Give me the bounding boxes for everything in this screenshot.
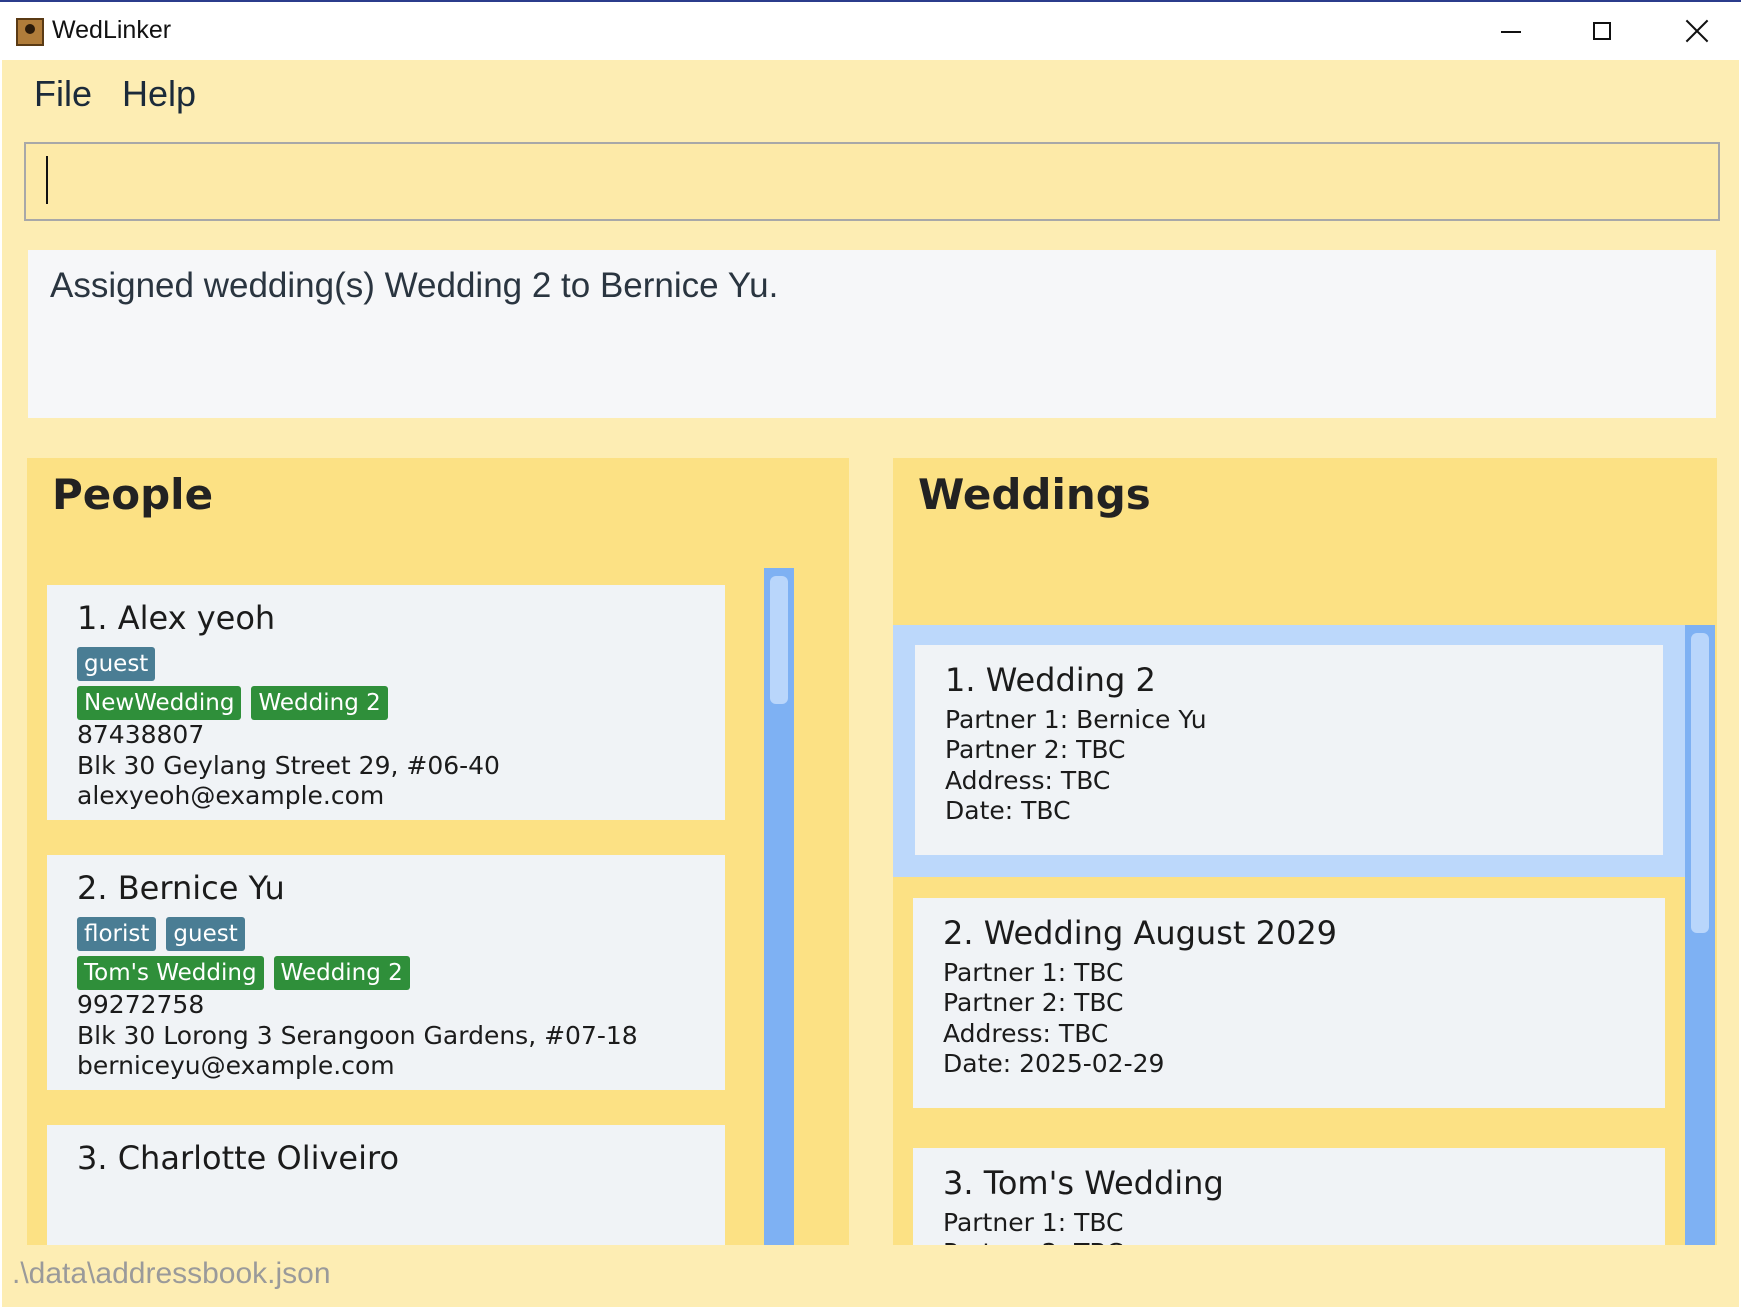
wedding-tag: Tom's Wedding — [77, 956, 264, 990]
weddings-panel: Weddings 1. Wedding 2 Partner 1: Bernice… — [893, 458, 1717, 1280]
menu-bar: File Help — [2, 60, 1739, 130]
result-message: Assigned wedding(s) Wedding 2 to Bernice… — [50, 266, 779, 305]
wedding-name: 3. Tom's Wedding — [943, 1164, 1224, 1202]
person-name: 2. Bernice Yu — [77, 869, 285, 907]
menu-help[interactable]: Help — [122, 73, 196, 115]
people-scrollbar[interactable] — [764, 568, 794, 1280]
wedding-tag: NewWedding — [77, 686, 242, 720]
maximize-button[interactable] — [1556, 2, 1648, 60]
role-tag: florist — [77, 917, 157, 951]
wedding-partner1: Partner 1: TBC — [943, 1208, 1124, 1237]
person-phone: 99272758 — [77, 990, 205, 1019]
minimize-icon — [1501, 31, 1521, 33]
wedding-partner2: Partner 2: TBC — [945, 735, 1126, 764]
status-bar: .\data\addressbook.json — [2, 1245, 1739, 1307]
weddings-scroll-thumb[interactable] — [1691, 633, 1709, 933]
wedding-date: Date: TBC — [945, 796, 1071, 825]
people-title: People — [52, 470, 214, 519]
wedding-name: 1. Wedding 2 — [945, 661, 1156, 699]
people-scroll-thumb[interactable] — [770, 576, 788, 704]
text-caret — [46, 156, 48, 204]
wedding-partner1: Partner 1: TBC — [943, 958, 1124, 987]
menu-file[interactable]: File — [34, 73, 92, 115]
role-tags: florist guest — [77, 917, 255, 951]
role-tag: guest — [77, 647, 156, 681]
wedding-card[interactable]: 2. Wedding August 2029 Partner 1: TBC Pa… — [913, 898, 1665, 1108]
title-bar: WedLinker — [0, 0, 1741, 60]
role-tag: guest — [166, 917, 245, 951]
people-panel: People 1. Alex yeoh guest NewWedding Wedd… — [27, 458, 849, 1280]
app-icon — [16, 18, 44, 46]
weddings-scrollbar[interactable] — [1685, 625, 1715, 1280]
person-name: 3. Charlotte Oliveiro — [77, 1139, 400, 1177]
wedding-tags: Tom's Wedding Wedding 2 — [77, 956, 420, 990]
maximize-icon — [1593, 22, 1611, 40]
wedding-address: Address: TBC — [945, 766, 1111, 795]
wedding-address: Address: TBC — [943, 1019, 1109, 1048]
person-phone: 87438807 — [77, 720, 205, 749]
wedding-partner2: Partner 2: TBC — [943, 988, 1124, 1017]
app-body: File Help Assigned wedding(s) Wedding 2 … — [2, 60, 1739, 1307]
result-display: Assigned wedding(s) Wedding 2 to Bernice… — [28, 250, 1716, 418]
app-window: WedLinker File Help Assigned wedding(s) … — [0, 0, 1741, 1309]
save-location: .\data\addressbook.json — [12, 1257, 331, 1290]
wedding-date: Date: 2025-02-29 — [943, 1049, 1165, 1078]
weddings-title: Weddings — [918, 470, 1151, 519]
wedding-tags: NewWedding Wedding 2 — [77, 686, 398, 720]
wedding-partner1: Partner 1: Bernice Yu — [945, 705, 1207, 734]
person-email: alexyeoh@example.com — [77, 781, 385, 810]
role-tags: guest — [77, 647, 165, 681]
person-address: Blk 30 Geylang Street 29, #06-40 — [77, 751, 500, 780]
person-name: 1. Alex yeoh — [77, 599, 276, 637]
wedding-tag: Wedding 2 — [251, 686, 388, 720]
close-icon — [1683, 17, 1711, 45]
wedding-name: 2. Wedding August 2029 — [943, 914, 1338, 952]
wedding-tag: Wedding 2 — [273, 956, 410, 990]
window-title: WedLinker — [52, 16, 172, 44]
person-address: Blk 30 Lorong 3 Serangoon Gardens, #07-1… — [77, 1021, 638, 1050]
command-input[interactable] — [24, 142, 1720, 221]
minimize-button[interactable] — [1464, 2, 1556, 60]
wedding-card[interactable]: 1. Wedding 2 Partner 1: Bernice Yu Partn… — [915, 645, 1663, 855]
person-email: berniceyu@example.com — [77, 1051, 395, 1080]
person-card[interactable]: 2. Bernice Yu florist guest Tom's Wedding… — [47, 855, 725, 1090]
person-card[interactable]: 1. Alex yeoh guest NewWedding Wedding 2 8… — [47, 585, 725, 820]
close-button[interactable] — [1648, 2, 1740, 60]
